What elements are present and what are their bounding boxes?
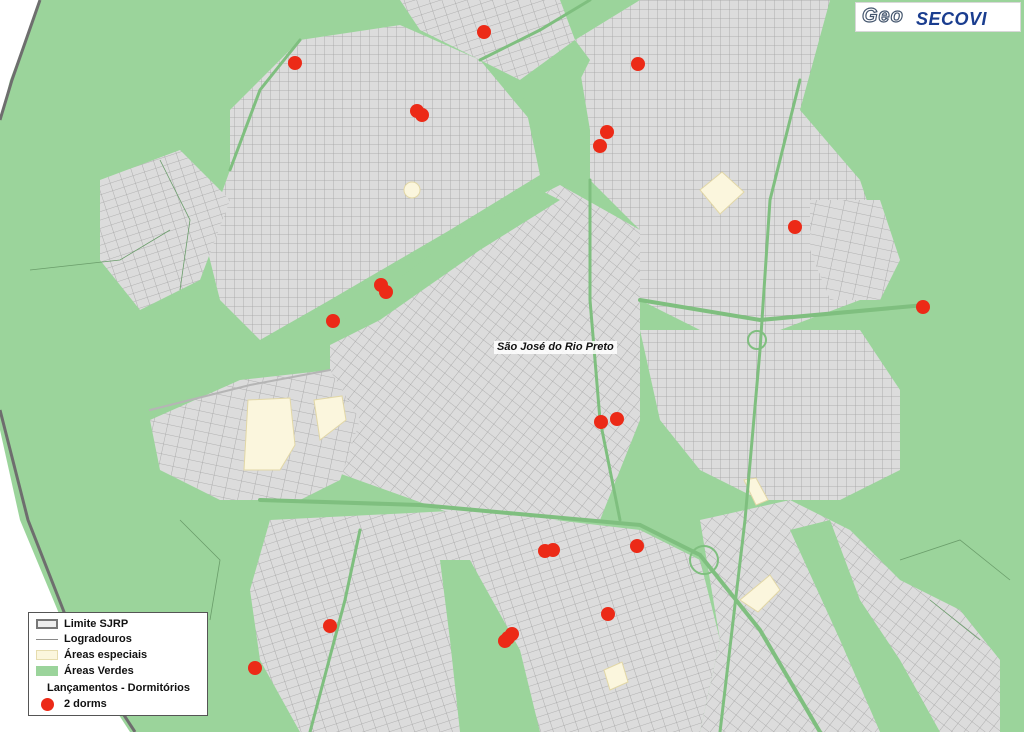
listing-marker-2-dorms[interactable]: [501, 631, 515, 645]
special-area-7: [403, 181, 421, 199]
geosecovi-logo: Geo SECOVI: [855, 2, 1021, 32]
map-legend: Limite SJRP Logradouros Áreas especiais …: [28, 612, 208, 716]
listing-marker-2-dorms[interactable]: [477, 25, 491, 39]
listing-marker-2-dorms[interactable]: [610, 412, 624, 426]
listing-marker-2-dorms[interactable]: [631, 57, 645, 71]
listing-marker-2-dorms[interactable]: [379, 285, 393, 299]
listing-marker-2-dorms[interactable]: [288, 56, 302, 70]
listing-marker-2-dorms[interactable]: [326, 314, 340, 328]
listing-marker-2-dorms[interactable]: [916, 300, 930, 314]
legend-item-label: Limite SJRP: [64, 618, 129, 630]
legend-green-symbol: [36, 666, 58, 676]
listing-marker-2-dorms[interactable]: [415, 108, 429, 122]
listing-marker-2-dorms[interactable]: [323, 619, 337, 633]
listing-marker-2-dorms[interactable]: [546, 543, 560, 557]
listing-marker-2-dorms[interactable]: [594, 415, 608, 429]
legend-subtitle: Lançamentos - Dormitórios: [47, 682, 191, 694]
legend-boundary-symbol: [36, 619, 58, 629]
logo-geo-text: Geo: [861, 4, 904, 27]
listing-marker-2-dorms[interactable]: [788, 220, 802, 234]
logo-brand-text: SECOVI: [916, 9, 988, 29]
listing-marker-2-dorms[interactable]: [593, 139, 607, 153]
legend-item-label: Logradouros: [64, 633, 132, 645]
listing-marker-2-dorms[interactable]: [601, 607, 615, 621]
listing-marker-2-dorms[interactable]: [600, 125, 614, 139]
listing-marker-2-dorms[interactable]: [248, 661, 262, 675]
legend-item-label: Áreas Verdes: [64, 665, 134, 677]
legend-item-label: 2 dorms: [64, 698, 107, 710]
legend-dot-icon: [41, 698, 54, 711]
listing-marker-2-dorms[interactable]: [630, 539, 644, 553]
legend-street-symbol: [36, 639, 58, 640]
city-label: São José do Rio Preto: [494, 341, 617, 354]
legend-special-symbol: [36, 650, 58, 660]
legend-item-label: Áreas especiais: [64, 649, 148, 661]
